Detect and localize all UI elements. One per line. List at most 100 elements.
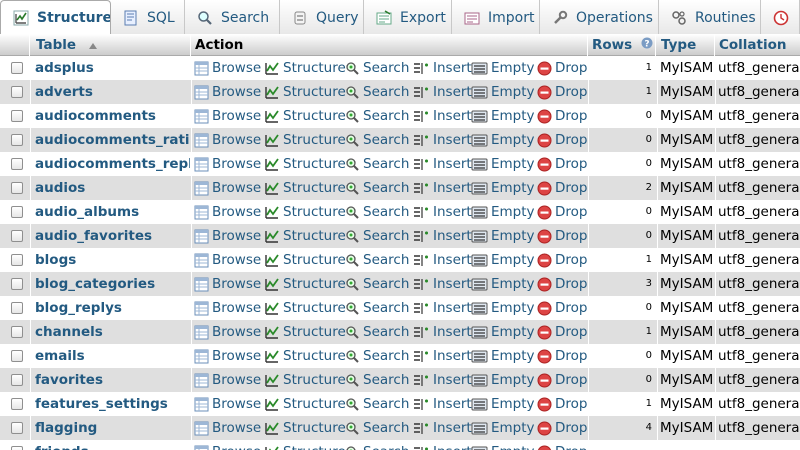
- structure-action[interactable]: Structure: [264, 416, 346, 440]
- insert-action[interactable]: Insert: [413, 416, 472, 440]
- tab-routines[interactable]: Routines: [659, 0, 761, 35]
- browse-action[interactable]: Browse: [194, 176, 261, 200]
- drop-action[interactable]: Drop: [537, 80, 587, 104]
- empty-action[interactable]: Empty: [471, 56, 535, 80]
- table-name-link[interactable]: adverts: [35, 80, 190, 104]
- insert-action[interactable]: Insert: [413, 320, 472, 344]
- browse-action[interactable]: Browse: [194, 368, 261, 392]
- row-checkbox[interactable]: [11, 182, 23, 194]
- search-action[interactable]: Search: [345, 320, 409, 344]
- empty-action[interactable]: Empty: [471, 368, 535, 392]
- drop-action[interactable]: Drop: [537, 296, 587, 320]
- row-checkbox[interactable]: [11, 278, 23, 290]
- row-checkbox[interactable]: [11, 62, 23, 74]
- header-table[interactable]: Table: [31, 34, 191, 56]
- drop-action[interactable]: Drop: [537, 224, 587, 248]
- drop-action[interactable]: Drop: [537, 368, 587, 392]
- row-checkbox[interactable]: [11, 350, 23, 362]
- empty-action[interactable]: Empty: [471, 320, 535, 344]
- search-action[interactable]: Search: [345, 296, 409, 320]
- table-name-link[interactable]: blogs: [35, 248, 190, 272]
- structure-action[interactable]: Structure: [264, 272, 346, 296]
- browse-action[interactable]: Browse: [194, 80, 261, 104]
- table-name-link[interactable]: blog_replys: [35, 296, 190, 320]
- browse-action[interactable]: Browse: [194, 152, 261, 176]
- insert-action[interactable]: Insert: [413, 248, 472, 272]
- search-action[interactable]: Search: [345, 104, 409, 128]
- row-checkbox[interactable]: [11, 422, 23, 434]
- help-icon[interactable]: ?: [641, 34, 653, 56]
- empty-action[interactable]: Empty: [471, 128, 535, 152]
- empty-action[interactable]: Empty: [471, 272, 535, 296]
- insert-action[interactable]: Insert: [413, 440, 472, 450]
- empty-action[interactable]: Empty: [471, 296, 535, 320]
- header-collation[interactable]: Collation: [715, 34, 800, 56]
- structure-action[interactable]: Structure: [264, 248, 346, 272]
- search-action[interactable]: Search: [345, 56, 409, 80]
- search-action[interactable]: Search: [345, 392, 409, 416]
- browse-action[interactable]: Browse: [194, 344, 261, 368]
- empty-action[interactable]: Empty: [471, 344, 535, 368]
- row-checkbox[interactable]: [11, 206, 23, 218]
- structure-action[interactable]: Structure: [264, 104, 346, 128]
- table-name-link[interactable]: flagging: [35, 416, 190, 440]
- search-action[interactable]: Search: [345, 176, 409, 200]
- browse-action[interactable]: Browse: [194, 128, 261, 152]
- row-checkbox[interactable]: [11, 230, 23, 242]
- search-action[interactable]: Search: [345, 200, 409, 224]
- empty-action[interactable]: Empty: [471, 200, 535, 224]
- structure-action[interactable]: Structure: [264, 296, 346, 320]
- structure-action[interactable]: Structure: [264, 128, 346, 152]
- structure-action[interactable]: Structure: [264, 368, 346, 392]
- empty-action[interactable]: Empty: [471, 224, 535, 248]
- row-checkbox[interactable]: [11, 110, 23, 122]
- drop-action[interactable]: Drop: [537, 248, 587, 272]
- structure-action[interactable]: Structure: [264, 176, 346, 200]
- table-name-link[interactable]: audiocomments_replys: [35, 152, 190, 176]
- empty-action[interactable]: Empty: [471, 392, 535, 416]
- browse-action[interactable]: Browse: [194, 296, 261, 320]
- insert-action[interactable]: Insert: [413, 152, 472, 176]
- insert-action[interactable]: Insert: [413, 104, 472, 128]
- drop-action[interactable]: Drop: [537, 440, 587, 450]
- empty-action[interactable]: Empty: [471, 152, 535, 176]
- row-checkbox[interactable]: [11, 302, 23, 314]
- row-checkbox[interactable]: [11, 398, 23, 410]
- browse-action[interactable]: Browse: [194, 224, 261, 248]
- table-name-link[interactable]: channels: [35, 320, 190, 344]
- empty-action[interactable]: Empty: [471, 80, 535, 104]
- drop-action[interactable]: Drop: [537, 104, 587, 128]
- browse-action[interactable]: Browse: [194, 248, 261, 272]
- insert-action[interactable]: Insert: [413, 200, 472, 224]
- tab-structure[interactable]: Structure: [0, 0, 111, 36]
- drop-action[interactable]: Drop: [537, 128, 587, 152]
- search-action[interactable]: Search: [345, 80, 409, 104]
- browse-action[interactable]: Browse: [194, 416, 261, 440]
- drop-action[interactable]: Drop: [537, 152, 587, 176]
- drop-action[interactable]: Drop: [537, 416, 587, 440]
- row-checkbox[interactable]: [11, 158, 23, 170]
- table-name-link[interactable]: favorites: [35, 368, 190, 392]
- table-name-link[interactable]: audios: [35, 176, 190, 200]
- insert-action[interactable]: Insert: [413, 176, 472, 200]
- empty-action[interactable]: Empty: [471, 440, 535, 450]
- browse-action[interactable]: Browse: [194, 392, 261, 416]
- insert-action[interactable]: Insert: [413, 80, 472, 104]
- tab-operations[interactable]: Operations: [540, 0, 659, 35]
- insert-action[interactable]: Insert: [413, 272, 472, 296]
- structure-action[interactable]: Structure: [264, 152, 346, 176]
- structure-action[interactable]: Structure: [264, 224, 346, 248]
- browse-action[interactable]: Browse: [194, 200, 261, 224]
- search-action[interactable]: Search: [345, 440, 409, 450]
- drop-action[interactable]: Drop: [537, 176, 587, 200]
- table-name-link[interactable]: adsplus: [35, 56, 190, 80]
- browse-action[interactable]: Browse: [194, 440, 261, 450]
- structure-action[interactable]: Structure: [264, 344, 346, 368]
- empty-action[interactable]: Empty: [471, 248, 535, 272]
- row-checkbox[interactable]: [11, 254, 23, 266]
- table-name-link[interactable]: friends: [35, 440, 190, 450]
- drop-action[interactable]: Drop: [537, 272, 587, 296]
- drop-action[interactable]: Drop: [537, 344, 587, 368]
- table-name-link[interactable]: audio_albums: [35, 200, 190, 224]
- row-checkbox[interactable]: [11, 326, 23, 338]
